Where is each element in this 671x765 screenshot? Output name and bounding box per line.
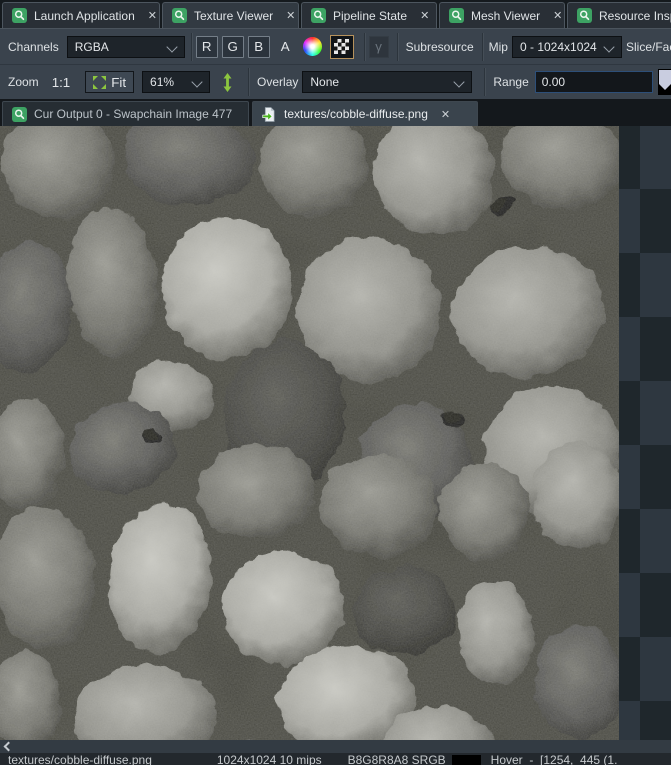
channels-toolbar: Channels RGBA R G B A γ Subresource Mip … [0,29,671,64]
zoom-toolbar: Zoom 1:1 Fit 61% Overlay None Range [0,64,671,99]
range-handle-icon[interactable] [658,69,671,95]
tab-label: Texture Viewer [194,9,273,23]
renderdoc-icon [449,8,464,23]
zoom-percent-dropdown[interactable]: 61% [142,71,210,93]
texture-viewport[interactable] [0,126,671,740]
overlay-dropdown[interactable]: None [302,71,472,93]
gamma-button[interactable]: γ [369,36,389,58]
status-format: B8G8R8A8 SRGB [348,753,446,765]
mip-dropdown[interactable]: 0 - 1024x1024 [512,36,622,58]
renderdoc-window: { "main_tabs": [ { "label": "Launch Appl… [0,0,671,765]
range-histogram[interactable] [658,69,671,95]
close-icon[interactable]: ✕ [553,9,562,22]
zoom-label: Zoom [8,75,39,89]
close-icon[interactable]: ✕ [441,108,450,121]
separator [484,68,485,96]
tab-texture-viewer[interactable]: Texture Viewer ✕ [162,2,299,28]
close-icon[interactable]: ✕ [286,9,295,22]
renderdoc-icon [577,8,592,23]
tab-label: textures/cobble-diffuse.png [284,107,428,121]
tab-pipeline-state[interactable]: Pipeline State ✕ [301,2,437,28]
tab-launch-application[interactable]: Launch Application ✕ [2,2,160,28]
separator [482,33,483,61]
channels-value: RGBA [75,40,109,54]
mip-value: 0 - 1024x1024 [520,40,597,54]
slice-label: Slice/Face [626,40,671,54]
fit-button[interactable]: Fit [85,71,134,93]
tab-resource-inspector[interactable]: Resource Inspector [567,2,671,28]
overlay-value: None [310,75,339,89]
range-input[interactable] [535,71,653,93]
tab-cur-output[interactable]: Cur Output 0 - Swapchain Image 477 [2,101,249,126]
status-dimensions: 1024x1024 10 mips [217,753,322,765]
tab-label: Cur Output 0 - Swapchain Image 477 [34,107,232,121]
subresource-label: Subresource [406,40,474,54]
main-tab-bar: Launch Application ✕ Texture Viewer ✕ Pi… [0,0,671,29]
separator [397,33,398,61]
scroll-left-icon[interactable] [4,742,14,752]
separator [191,33,192,61]
tab-cobble-diffuse[interactable]: textures/cobble-diffuse.png ✕ [252,101,478,126]
green-channel-button[interactable]: G [222,36,244,58]
checkerboard-background-button[interactable] [330,35,354,59]
tab-label: Mesh Viewer [471,9,540,23]
separator [248,68,249,96]
tab-label: Pipeline State [333,9,407,23]
close-icon[interactable]: ✕ [148,9,157,22]
blue-channel-button[interactable]: B [248,36,270,58]
tab-mesh-viewer[interactable]: Mesh Viewer ✕ [439,2,565,28]
tab-label: Resource Inspector [599,9,671,23]
renderdoc-icon [311,8,326,23]
texture-tab-bar: Cur Output 0 - Swapchain Image 477 textu… [0,99,671,126]
overlay-label: Overlay [257,75,298,89]
flip-vertical-button[interactable] [218,71,236,93]
renderdoc-icon [12,8,27,23]
red-channel-button[interactable]: R [196,36,218,58]
color-wheel-icon[interactable] [303,37,322,56]
status-hover-coords: Hover - [1254, 445 (1. [491,753,618,765]
close-icon[interactable]: ✕ [420,9,429,22]
fit-expand-icon [93,76,106,89]
zoom-1to1-button[interactable]: 1:1 [49,71,74,93]
file-import-icon [262,107,277,122]
renderdoc-icon [172,8,187,23]
status-texture-name: textures/cobble-diffuse.png [8,753,152,765]
channels-label: Channels [8,40,59,54]
range-label: Range [493,75,528,89]
alpha-channel-button[interactable]: A [278,36,293,58]
zoom-percent-value: 61% [150,75,174,89]
fit-label: Fit [111,75,126,90]
texture-image-area[interactable] [0,126,619,740]
picked-color-swatch [452,755,481,765]
status-bar: textures/cobble-diffuse.png 1024x1024 10… [0,753,671,765]
horizontal-scrollbar[interactable] [0,740,671,753]
checkerboard-icon [334,39,349,54]
channels-dropdown[interactable]: RGBA [67,36,185,58]
mip-label: Mip [489,40,508,54]
tab-label: Launch Application [34,9,135,23]
separator [364,33,365,61]
renderdoc-icon [12,107,27,122]
vertical-arrows-icon [222,73,233,92]
cobble-texture-image[interactable] [0,126,619,740]
checker-background [619,126,671,740]
